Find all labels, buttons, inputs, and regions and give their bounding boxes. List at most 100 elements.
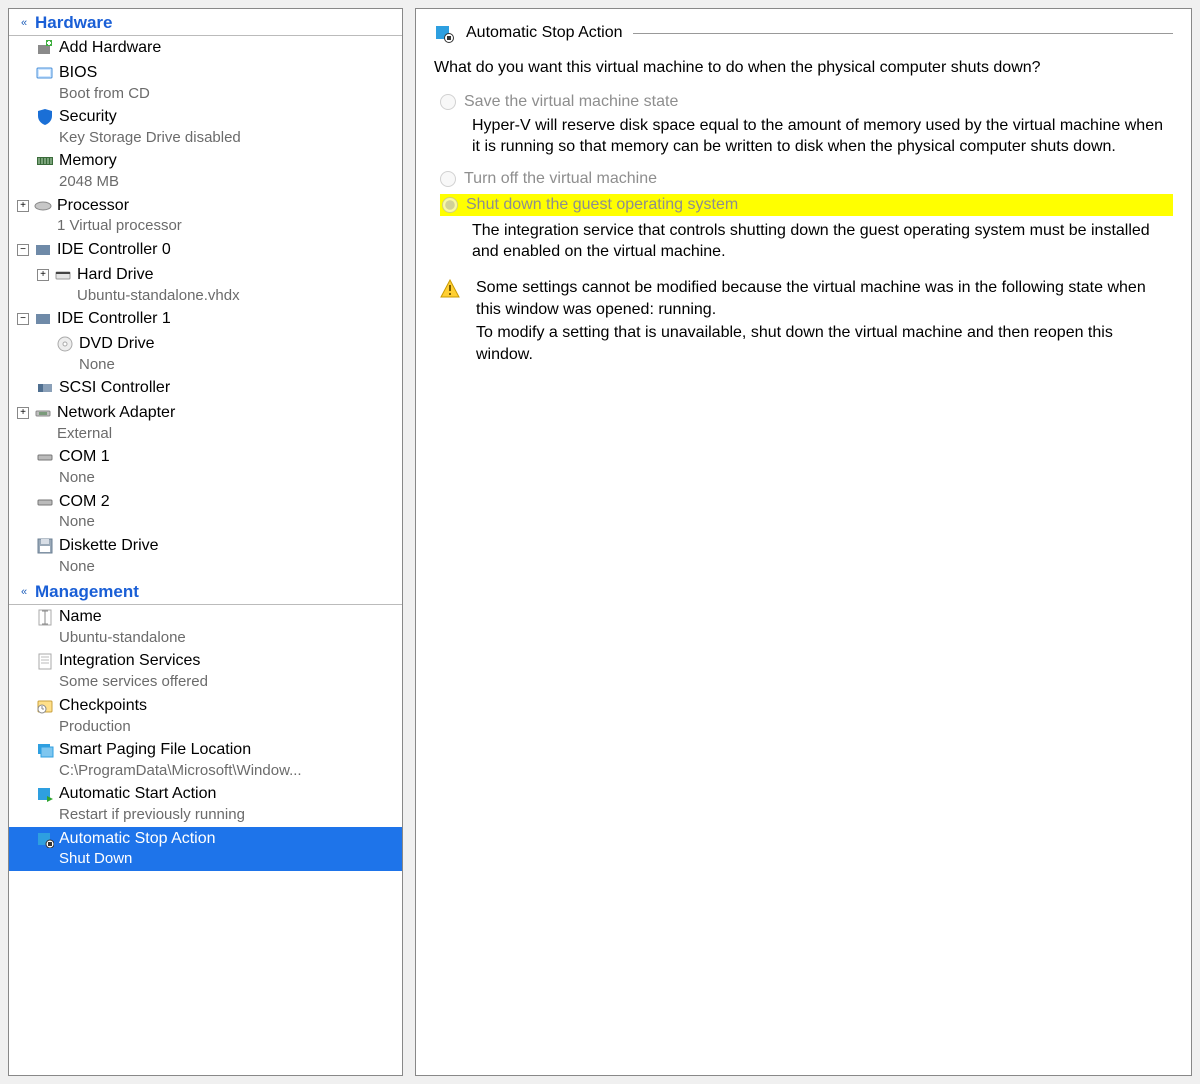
warning-text: Some settings cannot be modified because…: [476, 277, 1173, 367]
item-label: Processor: [57, 196, 182, 217]
option-label: Shut down the guest operating system: [466, 196, 738, 214]
sidebar-item-name[interactable]: Name Ubuntu-standalone: [9, 605, 402, 649]
autostop-icon: [35, 829, 55, 849]
hard-drive-icon: [53, 265, 73, 285]
name-icon: [35, 607, 55, 627]
sidebar-item-processor[interactable]: + Processor 1 Virtual processor: [9, 194, 402, 238]
sidebar-item-ide1[interactable]: − IDE Controller 1: [9, 307, 402, 332]
header-rule: [633, 33, 1173, 34]
collapse-icon: «: [17, 586, 31, 598]
item-label: DVD Drive: [79, 334, 155, 355]
item-label: Checkpoints: [59, 696, 147, 717]
panel-header: Automatic Stop Action: [434, 23, 1173, 43]
collapse-icon: «: [17, 17, 31, 29]
scsi-icon: [35, 378, 55, 398]
item-label: Smart Paging File Location: [59, 740, 302, 761]
expand-icon[interactable]: +: [17, 407, 29, 419]
item-sub: Ubuntu-standalone.vhdx: [77, 286, 240, 306]
item-label: Add Hardware: [59, 38, 161, 59]
item-sub: 2048 MB: [59, 172, 119, 192]
item-label: Automatic Stop Action: [59, 829, 216, 850]
shield-icon: [35, 107, 55, 127]
sidebar-item-ide0[interactable]: − IDE Controller 0: [9, 238, 402, 263]
bios-icon: [35, 63, 55, 83]
sidebar-item-bios[interactable]: BIOS Boot from CD: [9, 61, 402, 105]
radio-shut-down[interactable]: [442, 197, 458, 213]
sidebar-item-diskette[interactable]: Diskette Drive None: [9, 534, 402, 578]
sidebar-item-autostop[interactable]: Automatic Stop Action Shut Down: [9, 827, 402, 871]
item-sub: None: [59, 468, 110, 488]
sidebar-item-add-hardware[interactable]: Add Hardware: [9, 36, 402, 61]
item-sub: None: [79, 355, 155, 375]
com-port-icon: [35, 447, 55, 467]
item-label: Memory: [59, 151, 119, 172]
item-sub: Production: [59, 717, 147, 737]
option-label: Turn off the virtual machine: [464, 170, 657, 188]
network-icon: [33, 403, 53, 423]
section-title: Management: [31, 582, 139, 602]
option-label: Save the virtual machine state: [464, 93, 678, 111]
settings-sidebar: « Hardware Add Hardware BIOS Boot from C…: [8, 8, 403, 1076]
section-header-management[interactable]: « Management: [9, 578, 402, 605]
warning-block: Some settings cannot be modified because…: [440, 277, 1173, 367]
item-label: Diskette Drive: [59, 536, 159, 557]
sidebar-item-dvd[interactable]: DVD Drive None: [9, 332, 402, 376]
item-sub: None: [59, 512, 110, 532]
option-desc: Hyper-V will reserve disk space equal to…: [472, 115, 1173, 158]
item-label: IDE Controller 1: [57, 309, 171, 330]
integration-icon: [35, 651, 55, 671]
memory-icon: [35, 151, 55, 171]
option-shut-down[interactable]: Shut down the guest operating system: [440, 194, 1173, 216]
details-panel: Automatic Stop Action What do you want t…: [415, 8, 1192, 1076]
controller-icon: [33, 240, 53, 260]
radio-save-state[interactable]: [440, 94, 456, 110]
item-sub: Boot from CD: [59, 84, 150, 104]
item-label: Hard Drive: [77, 265, 240, 286]
item-label: Integration Services: [59, 651, 208, 672]
com-port-icon: [35, 492, 55, 512]
sidebar-item-memory[interactable]: Memory 2048 MB: [9, 149, 402, 193]
item-sub: C:\ProgramData\Microsoft\Window...: [59, 761, 302, 781]
item-label: SCSI Controller: [59, 378, 170, 399]
sidebar-item-scsi[interactable]: SCSI Controller: [9, 376, 402, 401]
item-sub: Ubuntu-standalone: [59, 628, 186, 648]
item-sub: External: [57, 424, 175, 444]
item-label: COM 1: [59, 447, 110, 468]
sidebar-item-paging[interactable]: Smart Paging File Location C:\ProgramDat…: [9, 738, 402, 782]
item-sub: 1 Virtual processor: [57, 216, 182, 236]
collapse-icon[interactable]: −: [17, 244, 29, 256]
option-save-state[interactable]: Save the virtual machine state: [440, 93, 1173, 111]
sidebar-item-autostart[interactable]: Automatic Start Action Restart if previo…: [9, 782, 402, 826]
item-sub: Some services offered: [59, 672, 208, 692]
radio-turn-off[interactable]: [440, 171, 456, 187]
expand-icon[interactable]: +: [37, 269, 49, 281]
option-desc: The integration service that controls sh…: [472, 220, 1173, 263]
item-label: Network Adapter: [57, 403, 175, 424]
item-label: IDE Controller 0: [57, 240, 171, 261]
item-label: COM 2: [59, 492, 110, 513]
sidebar-item-security[interactable]: Security Key Storage Drive disabled: [9, 105, 402, 149]
warning-icon: [440, 279, 462, 299]
collapse-icon[interactable]: −: [17, 313, 29, 325]
expand-icon[interactable]: +: [17, 200, 29, 212]
option-turn-off[interactable]: Turn off the virtual machine: [440, 170, 1173, 188]
diskette-icon: [35, 536, 55, 556]
sidebar-item-harddrive[interactable]: + Hard Drive Ubuntu-standalone.vhdx: [9, 263, 402, 307]
panel-title: Automatic Stop Action: [458, 24, 633, 42]
hardware-tree: Add Hardware BIOS Boot from CD Security …: [9, 36, 402, 578]
autostop-icon: [434, 23, 454, 43]
sidebar-item-com1[interactable]: COM 1 None: [9, 445, 402, 489]
sidebar-item-checkpoints[interactable]: Checkpoints Production: [9, 694, 402, 738]
controller-icon: [33, 309, 53, 329]
section-header-hardware[interactable]: « Hardware: [9, 9, 402, 36]
processor-icon: [33, 196, 53, 216]
item-label: BIOS: [59, 63, 150, 84]
panel-question: What do you want this virtual machine to…: [434, 57, 1173, 79]
item-sub: Restart if previously running: [59, 805, 245, 825]
sidebar-item-com2[interactable]: COM 2 None: [9, 490, 402, 534]
add-hardware-icon: [35, 38, 55, 58]
item-label: Name: [59, 607, 186, 628]
sidebar-item-network[interactable]: + Network Adapter External: [9, 401, 402, 445]
sidebar-item-integration[interactable]: Integration Services Some services offer…: [9, 649, 402, 693]
checkpoints-icon: [35, 696, 55, 716]
